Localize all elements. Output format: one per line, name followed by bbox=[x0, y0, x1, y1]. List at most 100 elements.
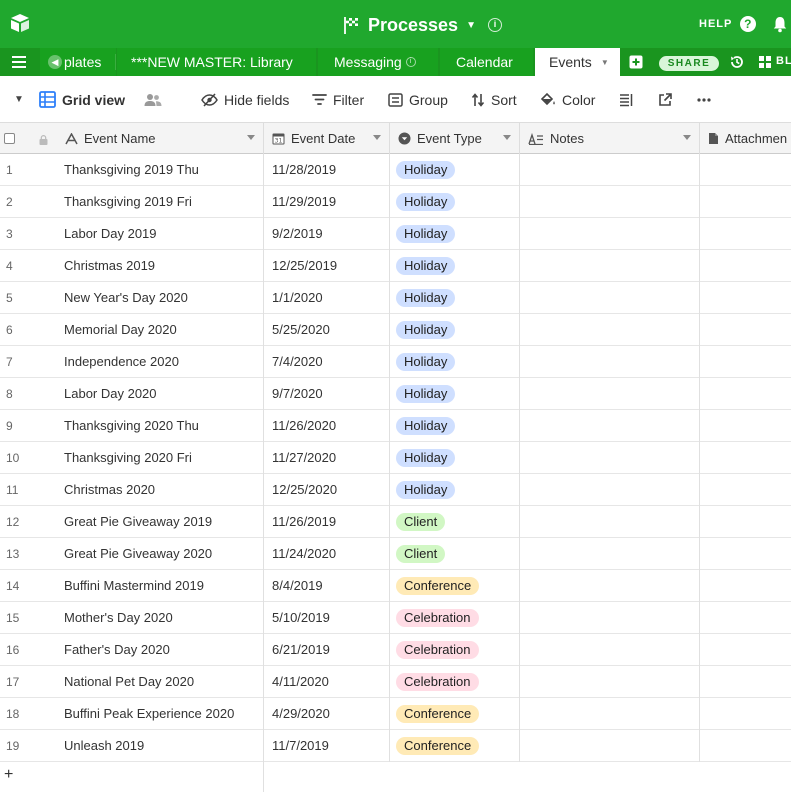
event-type-cell[interactable]: Celebration bbox=[396, 602, 516, 633]
event-date-cell[interactable]: 11/26/2019 bbox=[272, 506, 387, 537]
event-name-cell[interactable]: Christmas 2019 bbox=[64, 250, 260, 281]
event-name-cell[interactable]: Labor Day 2019 bbox=[64, 218, 260, 249]
table-row[interactable]: 2 Thanksgiving 2019 Fri 11/29/2019 Holiday bbox=[0, 186, 791, 218]
notes-cell[interactable] bbox=[520, 570, 699, 601]
event-type-cell[interactable]: Conference bbox=[396, 570, 516, 601]
event-name-cell[interactable]: Mother's Day 2020 bbox=[64, 602, 260, 633]
hamburger-menu-icon[interactable] bbox=[12, 56, 26, 68]
event-date-cell[interactable]: 5/25/2020 bbox=[272, 314, 387, 345]
color-button[interactable]: Color bbox=[540, 76, 595, 123]
chevron-down-icon[interactable]: ▼ bbox=[601, 58, 609, 67]
row-height-button[interactable] bbox=[619, 76, 639, 123]
add-record-button[interactable]: + bbox=[0, 762, 263, 792]
table-row[interactable]: 6 Memorial Day 2020 5/25/2020 Holiday bbox=[0, 314, 791, 346]
event-date-cell[interactable]: 11/24/2020 bbox=[272, 538, 387, 569]
tab-calendar[interactable]: Calendar bbox=[440, 48, 533, 76]
attachments-cell[interactable] bbox=[700, 730, 791, 761]
table-row[interactable]: 17 National Pet Day 2020 4/11/2020 Celebrat… bbox=[0, 666, 791, 698]
event-type-cell[interactable]: Holiday bbox=[396, 218, 516, 249]
event-name-cell[interactable]: National Pet Day 2020 bbox=[64, 666, 260, 697]
event-type-cell[interactable]: Holiday bbox=[396, 346, 516, 377]
notes-cell[interactable] bbox=[520, 250, 699, 281]
event-name-cell[interactable]: New Year's Day 2020 bbox=[64, 282, 260, 313]
event-date-cell[interactable]: 11/29/2019 bbox=[272, 186, 387, 217]
blocks-icon[interactable] bbox=[758, 55, 772, 69]
history-icon[interactable] bbox=[729, 54, 745, 70]
event-name-cell[interactable]: Thanksgiving 2020 Thu bbox=[64, 410, 260, 441]
attachments-cell[interactable] bbox=[700, 314, 791, 345]
more-options-button[interactable] bbox=[697, 76, 717, 123]
attachments-cell[interactable] bbox=[700, 538, 791, 569]
tab-plates[interactable]: ◀ plates bbox=[40, 48, 116, 76]
attachments-cell[interactable] bbox=[700, 218, 791, 249]
event-name-cell[interactable]: Christmas 2020 bbox=[64, 474, 260, 505]
event-date-cell[interactable]: 11/26/2020 bbox=[272, 410, 387, 441]
event-date-cell[interactable]: 12/25/2020 bbox=[272, 474, 387, 505]
attachments-cell[interactable] bbox=[700, 698, 791, 729]
notes-cell[interactable] bbox=[520, 634, 699, 665]
notes-cell[interactable] bbox=[520, 698, 699, 729]
attachments-cell[interactable] bbox=[700, 346, 791, 377]
event-date-cell[interactable]: 11/27/2020 bbox=[272, 442, 387, 473]
notes-cell[interactable] bbox=[520, 282, 699, 313]
attachments-cell[interactable] bbox=[700, 186, 791, 217]
event-type-cell[interactable]: Holiday bbox=[396, 250, 516, 281]
event-type-cell[interactable]: Holiday bbox=[396, 410, 516, 441]
notes-cell[interactable] bbox=[520, 218, 699, 249]
event-name-cell[interactable]: Thanksgiving 2020 Fri bbox=[64, 442, 260, 473]
event-date-cell[interactable]: 9/7/2020 bbox=[272, 378, 387, 409]
notes-cell[interactable] bbox=[520, 602, 699, 633]
notes-cell[interactable] bbox=[520, 474, 699, 505]
attachments-cell[interactable] bbox=[700, 378, 791, 409]
notes-cell[interactable] bbox=[520, 314, 699, 345]
column-header-event-type[interactable]: Event Type bbox=[390, 123, 520, 154]
event-type-cell[interactable]: Holiday bbox=[396, 378, 516, 409]
column-header-notes[interactable]: Notes bbox=[520, 123, 700, 154]
event-type-cell[interactable]: Celebration bbox=[396, 666, 516, 697]
column-header-event-name[interactable]: Event Name bbox=[57, 123, 264, 154]
chevron-down-icon[interactable] bbox=[503, 135, 511, 140]
table-row[interactable]: 5 New Year's Day 2020 1/1/2020 Holiday bbox=[0, 282, 791, 314]
event-type-cell[interactable]: Holiday bbox=[396, 442, 516, 473]
tab-events[interactable]: Events ▼ bbox=[535, 48, 620, 76]
table-row[interactable]: 12 Great Pie Giveaway 2019 11/26/2019 Clien… bbox=[0, 506, 791, 538]
notes-cell[interactable] bbox=[520, 730, 699, 761]
event-name-cell[interactable]: Labor Day 2020 bbox=[64, 378, 260, 409]
table-row[interactable]: 16 Father's Day 2020 6/21/2019 Celebration bbox=[0, 634, 791, 666]
chevron-left-icon[interactable]: ◀ bbox=[48, 55, 62, 69]
info-icon[interactable]: i bbox=[487, 18, 502, 32]
notes-cell[interactable] bbox=[520, 154, 699, 185]
event-date-cell[interactable]: 12/25/2019 bbox=[272, 250, 387, 281]
attachments-cell[interactable] bbox=[700, 602, 791, 633]
share-view-button[interactable] bbox=[658, 76, 678, 123]
select-all-checkbox[interactable] bbox=[4, 133, 15, 144]
add-table-icon[interactable] bbox=[629, 55, 643, 69]
bell-icon[interactable] bbox=[772, 15, 788, 33]
event-name-cell[interactable]: Thanksgiving 2019 Thu bbox=[64, 154, 260, 185]
event-type-cell[interactable]: Celebration bbox=[396, 634, 516, 665]
notes-cell[interactable] bbox=[520, 346, 699, 377]
table-row[interactable]: 7 Independence 2020 7/4/2020 Holiday bbox=[0, 346, 791, 378]
event-type-cell[interactable]: Holiday bbox=[396, 186, 516, 217]
attachments-cell[interactable] bbox=[700, 410, 791, 441]
tab-new-master-library[interactable]: ***NEW MASTER: Library bbox=[117, 48, 316, 76]
share-button[interactable]: SHARE bbox=[659, 56, 719, 71]
attachments-cell[interactable] bbox=[700, 282, 791, 313]
attachments-cell[interactable] bbox=[700, 666, 791, 697]
event-name-cell[interactable]: Buffini Mastermind 2019 bbox=[64, 570, 260, 601]
event-date-cell[interactable]: 6/21/2019 bbox=[272, 634, 387, 665]
chevron-down-icon[interactable] bbox=[683, 135, 691, 140]
notes-cell[interactable] bbox=[520, 506, 699, 537]
event-name-cell[interactable]: Father's Day 2020 bbox=[64, 634, 260, 665]
attachments-cell[interactable] bbox=[700, 250, 791, 281]
column-header-attachments[interactable]: Attachmen bbox=[700, 123, 791, 154]
event-name-cell[interactable]: Great Pie Giveaway 2020 bbox=[64, 538, 260, 569]
notes-cell[interactable] bbox=[520, 442, 699, 473]
event-type-cell[interactable]: Client bbox=[396, 506, 516, 537]
event-date-cell[interactable]: 11/28/2019 bbox=[272, 154, 387, 185]
attachments-cell[interactable] bbox=[700, 442, 791, 473]
notes-cell[interactable] bbox=[520, 666, 699, 697]
event-date-cell[interactable]: 9/2/2019 bbox=[272, 218, 387, 249]
notes-cell[interactable] bbox=[520, 378, 699, 409]
event-date-cell[interactable]: 7/4/2020 bbox=[272, 346, 387, 377]
